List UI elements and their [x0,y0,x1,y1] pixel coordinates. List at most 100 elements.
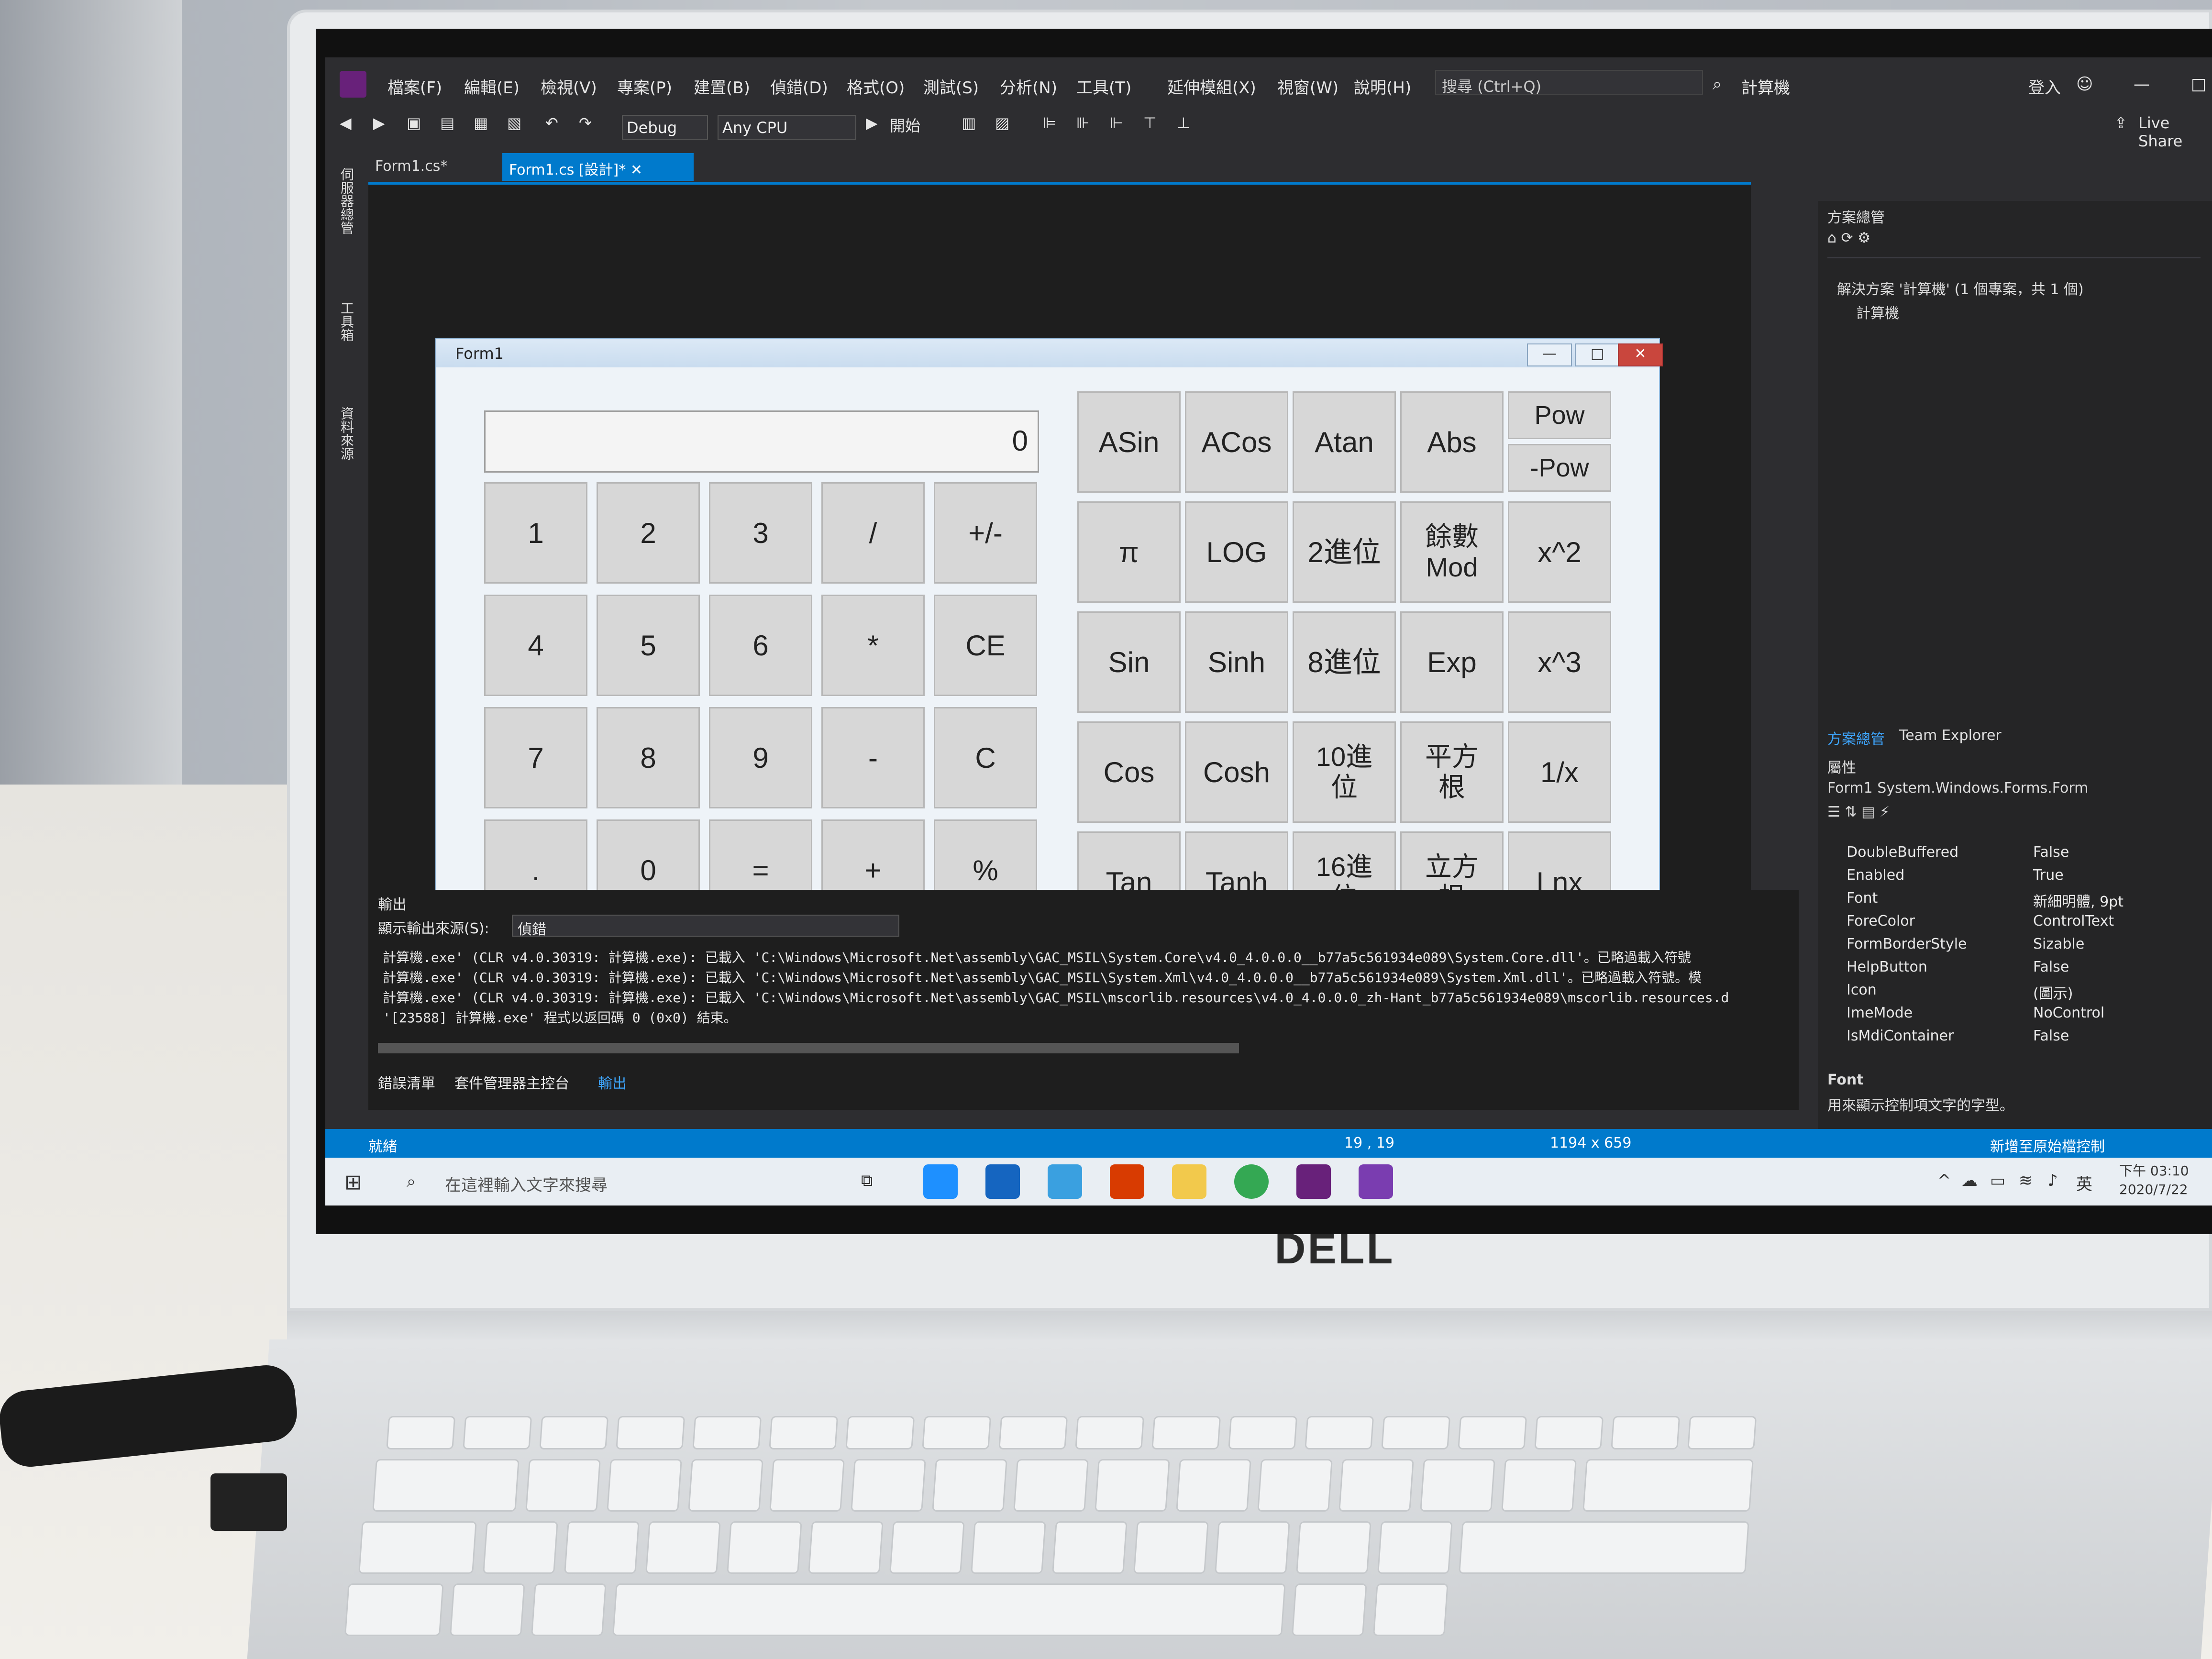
key-binary[interactable]: 2進位 [1293,501,1396,603]
key-decimal-base[interactable]: 10進 位 [1293,721,1396,823]
onedrive-icon[interactable]: ☁ [1961,1171,1978,1190]
key-negate[interactable]: +/- [934,482,1037,584]
property-row[interactable]: FormBorderStyle Sizable [1837,934,2201,956]
start-menu-icon[interactable]: ⊞ [344,1170,362,1194]
align-right-icon[interactable]: ⊩ [1110,114,1123,139]
key-7[interactable]: 7 [484,707,587,808]
configuration-select[interactable]: Debug [622,115,708,140]
start-icon[interactable]: ▶ [866,114,878,139]
close-tab-icon[interactable]: ✕ [630,162,642,178]
key-9[interactable]: 9 [709,707,812,808]
visual-studio-icon[interactable] [1359,1164,1393,1199]
menu-test[interactable]: 測試(S) [923,75,979,98]
key-pow[interactable]: Pow [1508,391,1611,439]
solution-node[interactable]: 解決方案 '計算機' (1 個專案，共 1 個) [1837,277,2084,299]
output-source-select[interactable]: 偵錯 [512,915,899,938]
key-square[interactable]: x^2 [1508,501,1611,603]
internet-explorer-icon[interactable] [1048,1164,1082,1199]
tab-error-list[interactable]: 錯誤清單 [378,1072,435,1093]
key-reciprocal[interactable]: 1/x [1508,721,1611,823]
home-icon[interactable]: ⌂ [1827,230,1836,246]
properties-icon[interactable]: ▤ [1861,804,1875,820]
tab-form1-code[interactable]: Form1.cs* [368,153,483,181]
key-divide[interactable]: / [821,482,925,584]
volume-icon[interactable]: ♪ [2047,1171,2058,1190]
menu-debug[interactable]: 偵錯(D) [770,75,828,98]
key-neg-pow[interactable]: -Pow [1508,444,1611,492]
forward-icon[interactable]: ▶ [373,114,385,139]
live-share-button[interactable]: Live Share [2138,114,2212,150]
key-atan[interactable]: Atan [1293,391,1396,493]
key-8[interactable]: 8 [597,707,700,808]
key-log[interactable]: LOG [1185,501,1288,603]
minimize-window-icon[interactable]: — [2134,75,2150,94]
tab-solution-explorer[interactable]: 方案總管 [1827,727,1885,748]
key-exp[interactable]: Exp [1400,611,1504,713]
key-cos[interactable]: Cos [1077,721,1181,823]
open-file-icon[interactable]: ▤ [440,114,454,139]
form-maximize-button[interactable]: □ [1575,343,1620,366]
key-octal[interactable]: 8進位 [1293,611,1396,713]
menu-help[interactable]: 說明(H) [1354,75,1411,98]
key-subtract[interactable]: - [821,707,925,808]
property-row[interactable]: ImeMode NoControl [1837,1003,2201,1025]
key-acos[interactable]: ACos [1185,391,1288,493]
key-sinh[interactable]: Sinh [1185,611,1288,713]
chrome-icon[interactable] [1234,1164,1269,1199]
menu-build[interactable]: 建置(B) [694,75,750,98]
visual-studio-icon[interactable] [1296,1164,1331,1199]
taskbar-date[interactable]: 2020/7/22 [2119,1182,2188,1197]
align-top-icon[interactable]: ⊤ [1143,114,1157,139]
search-box[interactable]: 搜尋 (Ctrl+Q) [1435,70,1703,96]
categorized-icon[interactable]: ☰ [1827,804,1840,820]
key-clear[interactable]: C [934,707,1037,808]
tab-form1-designer[interactable]: Form1.cs [設計]* ✕ [502,153,694,181]
key-square-root[interactable]: 平方 根 [1400,721,1504,823]
tab-toolbox[interactable]: 工具箱 [332,301,356,342]
back-icon[interactable]: ◀ [340,114,352,139]
key-5[interactable]: 5 [597,595,700,696]
search-icon[interactable]: ⌕ [1713,75,1722,94]
key-sin[interactable]: Sin [1077,611,1181,713]
menu-format[interactable]: 格式(O) [847,75,905,98]
menu-analyze[interactable]: 分析(N) [1000,75,1057,98]
live-share-icon[interactable]: ⇪ [2114,114,2127,139]
show-hidden-icons-icon[interactable]: ^ [1937,1171,1951,1190]
key-clear-entry[interactable]: CE [934,595,1037,696]
properties-object-select[interactable]: Form1 System.Windows.Forms.Form [1827,780,2088,796]
taskbar-search-input[interactable]: 在這裡輸入文字來搜尋 [445,1172,608,1195]
mail-icon[interactable] [985,1164,1020,1199]
tab-output[interactable]: 輸出 [598,1072,627,1093]
property-row[interactable]: ForeColor ControlText [1837,911,2201,933]
sign-in-link[interactable]: 登入 [2028,75,2061,98]
key-6[interactable]: 6 [709,595,812,696]
toolbar-tool-icon[interactable]: ▥ [962,114,976,139]
input-method-indicator[interactable]: 英 [2076,1171,2092,1194]
events-icon[interactable]: ⚡ [1880,804,1890,820]
menu-extensions[interactable]: 延伸模組(X) [1167,75,1256,98]
menu-file[interactable]: 檔案(F) [387,75,442,98]
key-2[interactable]: 2 [597,482,700,584]
start-button[interactable]: 開始 [890,114,920,139]
alphabetical-icon[interactable]: ⇅ [1845,804,1857,820]
properties-icon[interactable]: ⚙ [1858,230,1870,246]
key-pi[interactable]: π [1077,501,1181,603]
property-row[interactable]: Enabled True [1837,865,2201,887]
calculator-display[interactable]: 0 [484,410,1039,473]
form-minimize-button[interactable]: — [1527,343,1572,366]
menu-view[interactable]: 檢視(V) [541,75,597,98]
maximize-window-icon[interactable]: □ [2191,75,2206,94]
battery-icon[interactable]: ▭ [1990,1171,2005,1190]
tab-team-explorer[interactable]: Team Explorer [1899,727,2002,744]
align-middle-icon[interactable]: ⊥ [1177,114,1190,139]
undo-icon[interactable]: ↶ [545,114,558,139]
menu-tools[interactable]: 工具(T) [1076,75,1131,98]
tab-package-manager-console[interactable]: 套件管理器主控台 [454,1072,569,1093]
key-mod[interactable]: 餘數 Mod [1400,501,1504,603]
key-abs[interactable]: Abs [1400,391,1504,493]
task-view-icon[interactable]: ⧉ [861,1171,873,1190]
key-cube[interactable]: x^3 [1508,611,1611,713]
align-left-icon[interactable]: ⊫ [1043,114,1056,139]
save-all-icon[interactable]: ▧ [507,114,521,139]
property-row[interactable]: Font 新細明體, 9pt [1837,888,2201,910]
